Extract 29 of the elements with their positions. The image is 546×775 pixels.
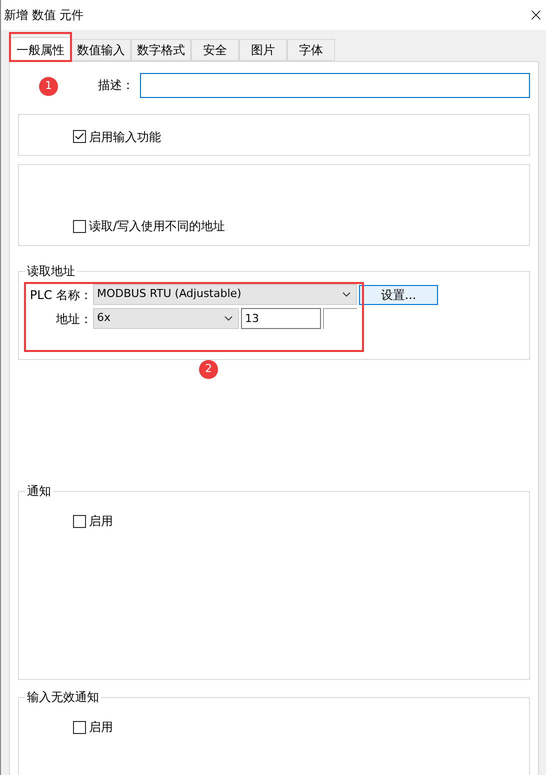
window-title: 新增 数值 元件: [4, 7, 84, 24]
tab[interactable]: 数值输入: [71, 39, 131, 61]
tab[interactable]: 数字格式: [131, 39, 191, 61]
check-icon: [74, 131, 85, 142]
highlight-frame: [9, 32, 72, 62]
group-title: 输入无效通知: [26, 689, 100, 706]
tab[interactable]: 安全: [191, 39, 239, 61]
field-label: 描述：: [98, 77, 134, 94]
field-label: 地址：: [55, 310, 92, 328]
checkbox[interactable]: [73, 220, 86, 232]
description-field[interactable]: [140, 72, 530, 98]
checkbox-label: 启用: [89, 719, 113, 736]
address-field[interactable]: 13: [241, 308, 321, 329]
device-dropdown[interactable]: 6x: [93, 308, 239, 329]
checkbox[interactable]: [73, 720, 86, 734]
tab[interactable]: 字体: [287, 39, 335, 61]
checkbox-label: 启用输入功能: [89, 128, 161, 146]
checkbox-label: 读取/写入使用不同的地址: [89, 218, 226, 235]
checkbox-label: 启用: [89, 513, 113, 530]
field-label: PLC 名称：: [28, 286, 92, 304]
tab[interactable]: 图片: [239, 39, 287, 61]
annotation-marker: 2: [199, 360, 218, 379]
annotation-marker: 1: [39, 77, 58, 96]
group-title: 通知: [26, 483, 52, 500]
checkbox[interactable]: [73, 130, 86, 143]
group-title: 读取地址: [26, 263, 76, 280]
checkbox[interactable]: [73, 514, 86, 528]
settings-button[interactable]: 设置...: [359, 284, 438, 304]
plc-dropdown[interactable]: MODBUS RTU (Adjustable): [93, 284, 357, 305]
